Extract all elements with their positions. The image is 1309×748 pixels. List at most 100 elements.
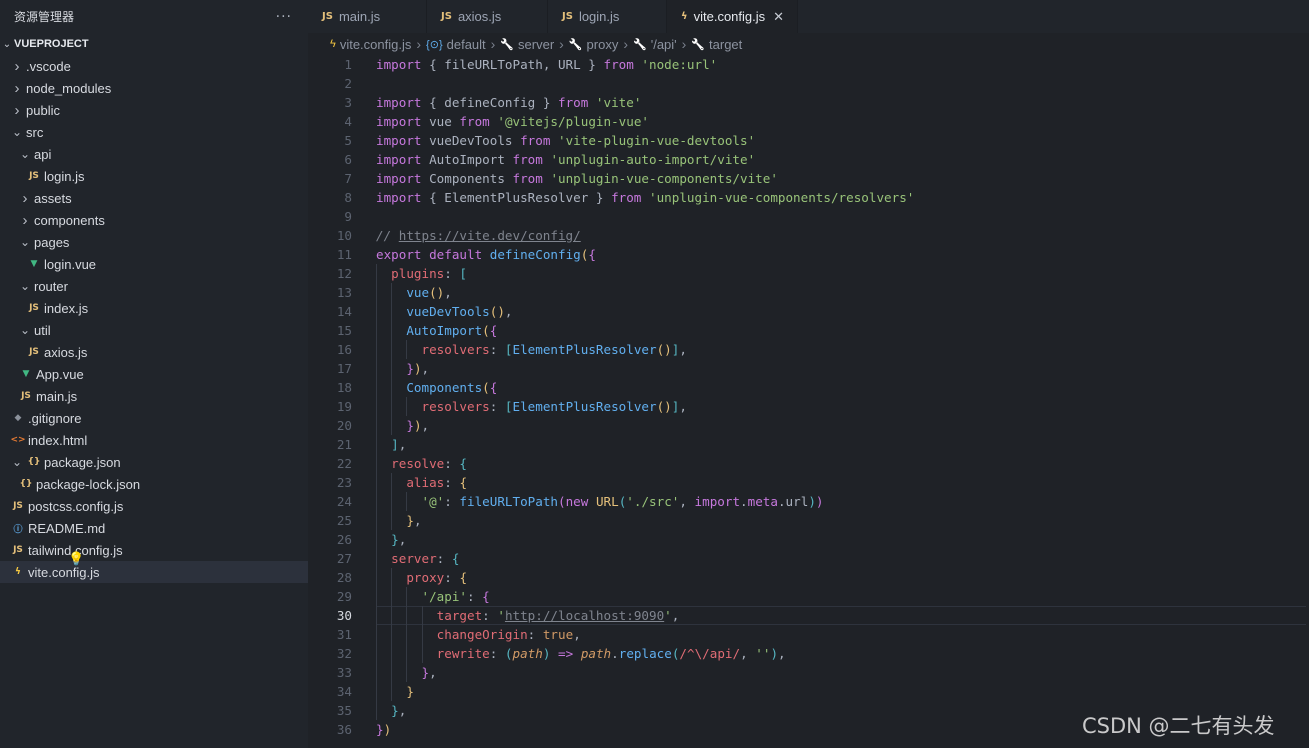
tab-vite-config-js[interactable]: ϟ vite.config.js ✕	[667, 0, 798, 33]
tree-item[interactable]: ◆ .gitignore	[0, 407, 308, 429]
tree-item[interactable]: JS axios.js	[0, 341, 308, 363]
tree-item[interactable]: ⌄ api	[0, 143, 308, 165]
code-token: {	[489, 380, 498, 395]
code-line[interactable]: },	[376, 663, 1306, 682]
code-line[interactable]	[376, 207, 1306, 226]
tree-item[interactable]: ⌄ {} package.json	[0, 451, 308, 473]
tree-item[interactable]: ϟ vite.config.js	[0, 561, 308, 583]
code-line[interactable]: server: {	[376, 549, 1306, 568]
more-actions-icon[interactable]: ···	[276, 9, 292, 25]
code-editor[interactable]: 1 2 3 4 5 6 7 8 9 10 11 12 13 14 15 16 17 18 19 20 21 22 23 24 2…	[308, 55, 1309, 748]
breadcrumb-item[interactable]: server	[518, 37, 554, 52]
code-line[interactable]: target: 'http://localhost:9090',	[376, 606, 1306, 625]
code-line[interactable]: import { fileURLToPath, URL } from 'node…	[376, 55, 1306, 74]
tree-item-label: main.js	[36, 388, 78, 404]
code-token: { fileURLToPath, URL }	[421, 57, 604, 72]
tree-item[interactable]: ⌄ pages	[0, 231, 308, 253]
tree-item[interactable]: › .vscode	[0, 55, 308, 77]
breadcrumb-item[interactable]: proxy	[587, 37, 619, 52]
code-line[interactable]	[376, 74, 1306, 93]
code-token: [	[504, 342, 513, 357]
code-line[interactable]: '/api': {	[376, 587, 1306, 606]
tab-main-js[interactable]: JS main.js	[308, 0, 427, 33]
tree-item[interactable]: ⌄ util	[0, 319, 308, 341]
tree-item[interactable]: <> index.html	[0, 429, 308, 451]
code-line[interactable]: }),	[376, 359, 1306, 378]
indent-guide	[406, 606, 408, 625]
code-line[interactable]: resolvers: [ElementPlusResolver()],	[376, 340, 1306, 359]
code-line[interactable]: import vue from '@vitejs/plugin-vue'	[376, 112, 1306, 131]
tree-item[interactable]: JS main.js	[0, 385, 308, 407]
tree-item[interactable]: ▼ App.vue	[0, 363, 308, 385]
code-token: }	[421, 665, 430, 680]
tab-login-js[interactable]: JS login.js	[548, 0, 667, 33]
breadcrumb-item[interactable]: '/api'	[651, 37, 677, 52]
code-token: { ElementPlusResolver }	[421, 190, 612, 205]
tree-item[interactable]: › components	[0, 209, 308, 231]
code-line[interactable]: resolvers: [ElementPlusResolver()],	[376, 397, 1306, 416]
code-line[interactable]: changeOrigin: true,	[376, 625, 1306, 644]
tree-item[interactable]: › public	[0, 99, 308, 121]
code-line[interactable]: resolve: {	[376, 454, 1306, 473]
code-token: rewrite	[436, 646, 490, 661]
code-token: vueDevTools	[406, 304, 490, 319]
code-line[interactable]: alias: {	[376, 473, 1306, 492]
breadcrumb-item[interactable]: target	[709, 37, 742, 52]
tree-item[interactable]: ⌄ router	[0, 275, 308, 297]
code-token: ,	[421, 361, 430, 376]
code-line[interactable]: proxy: {	[376, 568, 1306, 587]
project-root[interactable]: ⌄ VUEPROJECT	[0, 33, 308, 55]
tab-axios-js[interactable]: JS axios.js	[427, 0, 548, 33]
code-line[interactable]: }	[376, 682, 1306, 701]
tree-item[interactable]: › assets	[0, 187, 308, 209]
tree-item[interactable]: JS tailwind.config.js	[0, 539, 308, 561]
line-number: 26	[336, 532, 352, 547]
code-line[interactable]: vue(),	[376, 283, 1306, 302]
code-token: AutoImport	[421, 152, 513, 167]
tree-item-label: README.md	[28, 520, 106, 536]
code-token: :	[436, 551, 452, 566]
tree-item[interactable]: › node_modules	[0, 77, 308, 99]
tree-item[interactable]: JS postcss.config.js	[0, 495, 308, 517]
code-line[interactable]: },	[376, 511, 1306, 530]
code-line[interactable]: import { ElementPlusResolver } from 'unp…	[376, 188, 1306, 207]
code-line[interactable]: plugins: [	[376, 264, 1306, 283]
code-area[interactable]: import { fileURLToPath, URL } from 'node…	[376, 55, 1306, 739]
code-line[interactable]: },	[376, 530, 1306, 549]
code-line[interactable]: rewrite: (path) => path.replace(/^\/api/…	[376, 644, 1306, 663]
indent-guide	[406, 644, 408, 663]
code-line[interactable]: '@': fileURLToPath(new URL('./src', impo…	[376, 492, 1306, 511]
code-line[interactable]: Components({	[376, 378, 1306, 397]
code-line[interactable]: export default defineConfig({	[376, 245, 1306, 264]
tree-item[interactable]: ▼ login.vue	[0, 253, 308, 275]
code-token: from	[512, 171, 543, 186]
tree-item[interactable]: ⓘ README.md	[0, 517, 308, 539]
code-line[interactable]: }),	[376, 416, 1306, 435]
code-line[interactable]: AutoImport({	[376, 321, 1306, 340]
line-number: 22	[336, 456, 352, 471]
code-line[interactable]: vueDevTools(),	[376, 302, 1306, 321]
code-line[interactable]: import AutoImport from 'unplugin-auto-im…	[376, 150, 1306, 169]
code-line[interactable]: ],	[376, 435, 1306, 454]
close-icon[interactable]: ✕	[773, 9, 784, 25]
code-token: ()	[429, 285, 445, 300]
breadcrumb-item[interactable]: default	[447, 37, 486, 52]
code-token: ,	[740, 646, 756, 661]
code-line[interactable]: import vueDevTools from 'vite-plugin-vue…	[376, 131, 1306, 150]
tree-item[interactable]: {} package-lock.json	[0, 473, 308, 495]
indent-guide	[376, 378, 377, 397]
code-line[interactable]: import { defineConfig } from 'vite'	[376, 93, 1306, 112]
breadcrumb-item[interactable]: vite.config.js	[340, 37, 412, 52]
tree-item-label: login.vue	[44, 256, 97, 272]
code-line[interactable]: import Components from 'unplugin-vue-com…	[376, 169, 1306, 188]
tree-item[interactable]: JS index.js	[0, 297, 308, 319]
code-token: resolve	[391, 456, 445, 471]
lightbulb-icon[interactable]: 💡	[68, 550, 84, 569]
tree-item[interactable]: ⌄ src	[0, 121, 308, 143]
line-number: 10	[336, 228, 352, 243]
tree-item[interactable]: JS login.js	[0, 165, 308, 187]
code-line[interactable]: // https://vite.dev/config/	[376, 226, 1306, 245]
